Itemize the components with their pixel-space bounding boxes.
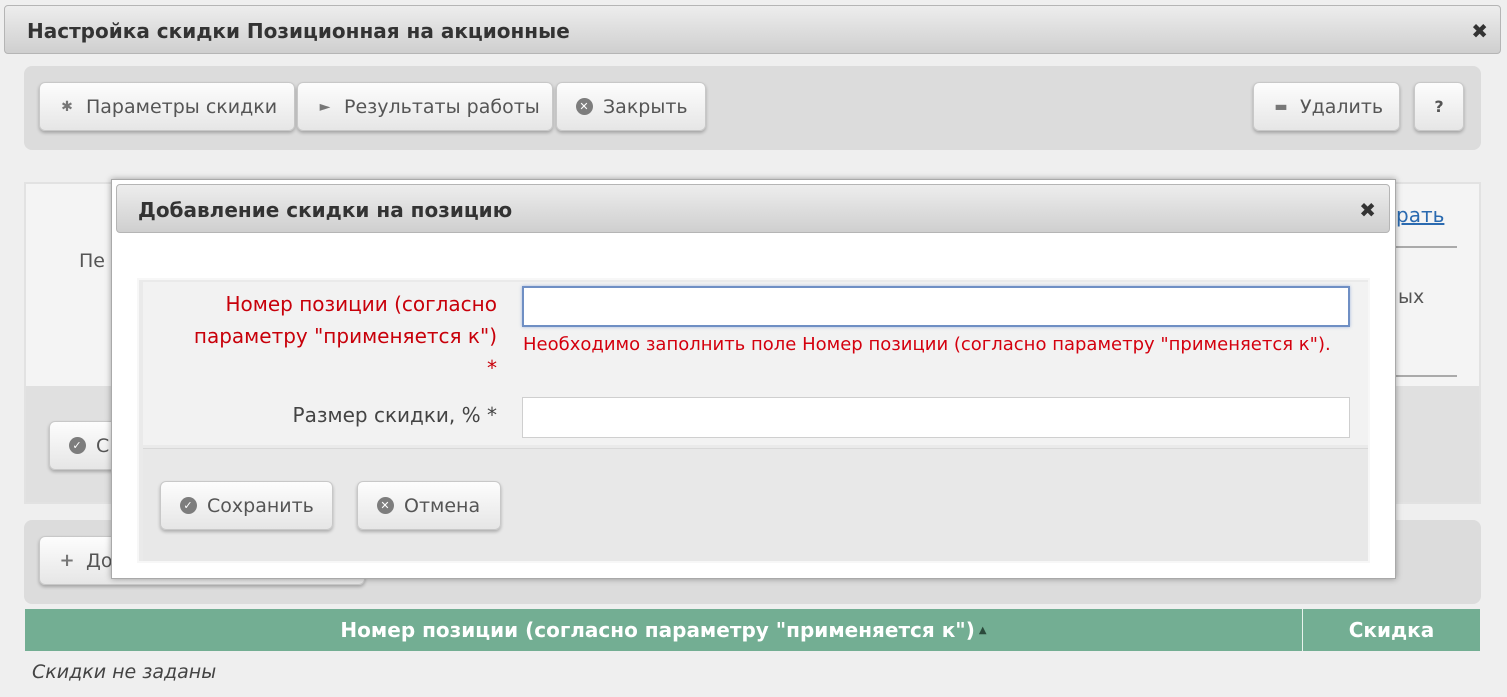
divider xyxy=(1394,375,1457,377)
cancel-button[interactable]: ✕ Отмена xyxy=(357,481,501,530)
window-title: Настройка скидки Позиционная на акционны… xyxy=(27,19,570,43)
gear-icon: ✱ xyxy=(61,98,73,115)
cancel-button-label: Отмена xyxy=(404,494,481,517)
results-button-label: Результаты работы xyxy=(344,95,540,118)
close-button[interactable]: ✕ Закрыть xyxy=(556,82,706,131)
column-position[interactable]: Номер позиции (согласно параметру "приме… xyxy=(25,609,1303,651)
params-button[interactable]: ✱ Параметры скидки xyxy=(39,82,295,131)
check-circle-icon: ✓ xyxy=(66,437,88,454)
plus-icon: + xyxy=(59,550,75,571)
column-position-label: Номер позиции (согласно параметру "приме… xyxy=(340,618,975,642)
save-button[interactable]: ✓ Сохранить xyxy=(160,481,333,530)
discount-size-input[interactable] xyxy=(522,397,1350,438)
help-button[interactable]: ? xyxy=(1414,82,1464,131)
help-button-label: ? xyxy=(1434,97,1444,116)
sort-asc-icon: ▲ xyxy=(978,624,987,636)
position-number-input[interactable] xyxy=(522,286,1350,327)
window-close-icon[interactable]: ✖ xyxy=(1471,19,1488,43)
position-label-line2: параметру "применяется к") xyxy=(193,324,497,348)
discount-size-label: Размер скидки, % * xyxy=(292,403,497,427)
column-discount[interactable]: Скидка xyxy=(1303,609,1480,651)
background-save-label: С xyxy=(96,434,110,457)
results-button[interactable]: ► Результаты работы xyxy=(297,82,553,131)
partial-label-pe: Пе xyxy=(79,250,105,272)
dialog-titlebar: Добавление скидки на позицию ✖ xyxy=(116,184,1390,233)
partial-link[interactable]: рать xyxy=(1396,203,1444,227)
position-label-line1: Номер позиции (согласно xyxy=(225,292,497,316)
required-mark: * xyxy=(487,356,497,380)
add-discount-dialog: Добавление скидки на позицию ✖ Номер поз… xyxy=(111,179,1396,579)
check-circle-icon: ✓ xyxy=(177,497,199,514)
window-titlebar: Настройка скидки Позиционная на акционны… xyxy=(4,5,1501,54)
play-icon: ► xyxy=(319,98,331,115)
save-button-label: Сохранить xyxy=(207,494,314,517)
divider xyxy=(1394,246,1457,248)
minus-icon: ▬ xyxy=(1274,98,1288,115)
position-error-message: Необходимо заполнить поле Номер позиции … xyxy=(523,334,1331,355)
dialog-close-icon[interactable]: ✖ xyxy=(1359,198,1376,222)
close-circle-icon: ✕ xyxy=(573,98,595,115)
delete-button-label: Удалить xyxy=(1300,95,1384,118)
dialog-title: Добавление скидки на позицию xyxy=(138,198,513,222)
close-button-label: Закрыть xyxy=(603,95,688,118)
position-field-label: Номер позиции (согласно параметру "приме… xyxy=(194,288,497,384)
params-button-label: Параметры скидки xyxy=(86,95,278,118)
add-position-label: До xyxy=(86,549,113,572)
toolbar: ✱ Параметры скидки ► Результаты работы ✕… xyxy=(24,66,1481,150)
dialog-footer: ✓ Сохранить ✕ Отмена xyxy=(143,448,1368,561)
position-field-row: Номер позиции (согласно параметру "приме… xyxy=(143,282,1368,445)
empty-grid-text: Скидки не заданы xyxy=(32,661,217,683)
column-discount-label: Скидка xyxy=(1348,618,1435,642)
delete-button[interactable]: ▬ Удалить xyxy=(1253,82,1400,131)
dialog-form: Номер позиции (согласно параметру "приме… xyxy=(137,278,1370,563)
partial-text-yh: ых xyxy=(1398,286,1425,308)
close-circle-icon: ✕ xyxy=(374,497,396,514)
grid-header: Номер позиции (согласно параметру "приме… xyxy=(25,609,1480,651)
